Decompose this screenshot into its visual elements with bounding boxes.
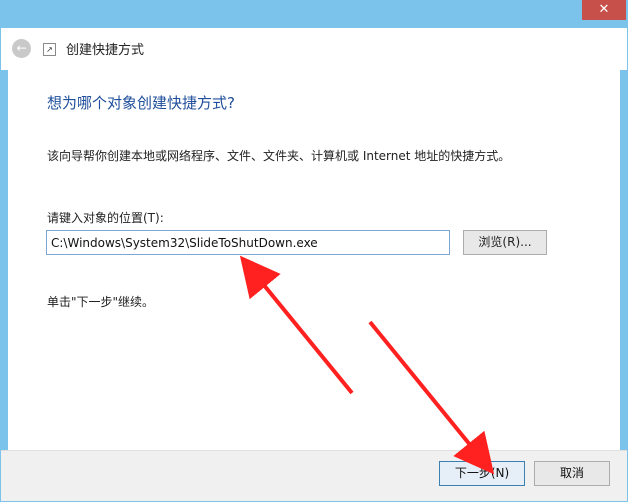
wizard-header: ← ↗ 创建快捷方式	[1, 28, 627, 70]
wizard-footer: 下一步(N) 取消	[1, 450, 627, 501]
continue-hint: 单击"下一步"继续。	[47, 295, 155, 309]
title-bar: ✕	[0, 0, 628, 28]
next-button[interactable]: 下一步(N)	[439, 461, 525, 486]
cancel-button[interactable]: 取消	[534, 461, 610, 486]
back-arrow-icon: ←	[16, 41, 27, 55]
wizard-title: 创建快捷方式	[66, 43, 145, 58]
shortcut-icon: ↗	[43, 43, 56, 56]
description-text: 该向导帮你创建本地或网络程序、文件、文件夹、计算机或 Internet 地址的快…	[47, 149, 511, 163]
wizard-window: ✕ ← ↗ 创建快捷方式 想为哪个对象创建快捷方式? 该向导帮你创建本地或网络程…	[0, 0, 628, 502]
location-input[interactable]	[46, 230, 450, 255]
browse-button[interactable]: 浏览(R)...	[463, 230, 547, 255]
close-icon: ✕	[598, 2, 610, 17]
close-button[interactable]: ✕	[582, 0, 626, 20]
page-heading: 想为哪个对象创建快捷方式?	[47, 94, 235, 112]
back-button[interactable]: ←	[12, 39, 31, 58]
wizard-content: 想为哪个对象创建快捷方式? 该向导帮你创建本地或网络程序、文件、文件夹、计算机或…	[8, 70, 620, 450]
location-label: 请键入对象的位置(T):	[47, 211, 164, 225]
